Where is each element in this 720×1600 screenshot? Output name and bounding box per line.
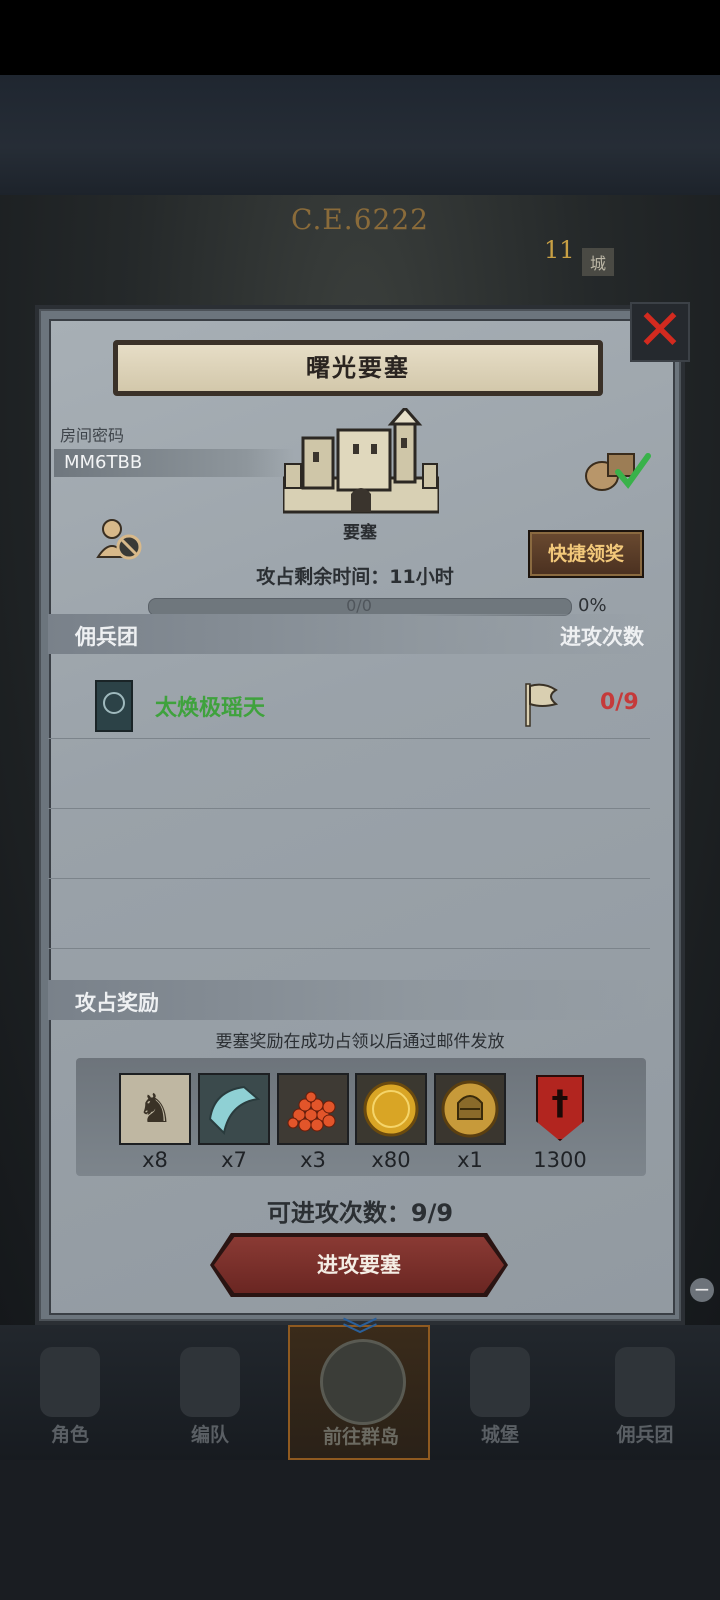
remaining-time: 攻占剩余时间：11小时: [256, 566, 454, 588]
upper-backdrop: [0, 75, 720, 195]
map-number: 11: [544, 236, 575, 264]
reward-qty: x8: [142, 1148, 168, 1172]
bottom-backdrop: [0, 1460, 720, 1600]
claimed-bag-icon: [585, 453, 651, 491]
attacks-available: 可进攻次数：9/9: [266, 1199, 454, 1227]
horse-icon[interactable]: ♞: [119, 1073, 191, 1145]
row-divider: [48, 808, 650, 809]
nav-castle[interactable]: 城堡: [430, 1325, 570, 1460]
cloth-icon[interactable]: [198, 1073, 270, 1145]
attack-count-header: 进攻次数: [560, 625, 644, 649]
map-city-chip[interactable]: 城: [582, 248, 615, 276]
room-password-label: 房间密码: [60, 426, 125, 445]
nav-label: 前往群岛: [322, 1426, 399, 1448]
helmet-icon: [180, 1347, 240, 1417]
mercenary-attack-count: 0/9: [600, 690, 639, 715]
chevron-down-icon: ︾: [341, 1316, 378, 1357]
mercenary-name: 太焕极瑶天: [155, 696, 266, 721]
nav-label: 角色: [50, 1424, 89, 1446]
caviar-icon[interactable]: [277, 1073, 349, 1145]
nav-label: 佣兵团: [616, 1424, 674, 1446]
row-divider: [48, 878, 650, 879]
map-year-label: C.E.6222: [291, 203, 429, 236]
nav-formation[interactable]: 编队: [140, 1325, 280, 1460]
nav-label: 编队: [190, 1424, 229, 1446]
progress-percent: 0%: [578, 595, 607, 616]
knight-medal-icon[interactable]: [434, 1073, 506, 1145]
flag-icon: [525, 683, 558, 727]
attack-fortress-button[interactable]: 进攻要塞: [214, 1237, 504, 1293]
reward-qty: x1: [457, 1148, 483, 1172]
row-divider: [48, 948, 650, 949]
nav-label: 城堡: [480, 1424, 519, 1446]
fortress-name: 要塞: [343, 523, 377, 543]
mercenary-emblem-icon: [95, 680, 133, 732]
reward-qty: x7: [221, 1148, 247, 1172]
reward-note: 要塞奖励在成功占领以后通过邮件发放: [215, 1032, 505, 1052]
castle-icon: [470, 1347, 530, 1417]
gold-coin-icon[interactable]: [355, 1073, 427, 1145]
progress-text: 0/0: [346, 596, 372, 615]
no-avatar-icon[interactable]: [96, 517, 142, 561]
knight-icon: [40, 1347, 100, 1417]
ship-icon: [615, 1347, 675, 1417]
nav-role[interactable]: 角色: [0, 1325, 140, 1460]
status-bar: [0, 0, 720, 75]
reward-qty: x3: [300, 1148, 326, 1172]
row-divider: [48, 738, 650, 739]
reward-qty: x80: [371, 1148, 411, 1172]
close-icon[interactable]: ✕: [630, 302, 690, 362]
room-code[interactable]: MM6TBB: [64, 452, 142, 473]
dialog-title: 曙光要塞: [113, 340, 603, 396]
side-minus-icon[interactable]: −: [690, 1278, 714, 1302]
reward-header: 攻占奖励: [75, 991, 159, 1015]
mercenary-header: 佣兵团: [75, 625, 138, 649]
reward-qty: 1300: [533, 1148, 587, 1172]
nav-mercenary[interactable]: 佣兵团: [575, 1325, 715, 1460]
fortress-castle-icon: [283, 408, 439, 514]
